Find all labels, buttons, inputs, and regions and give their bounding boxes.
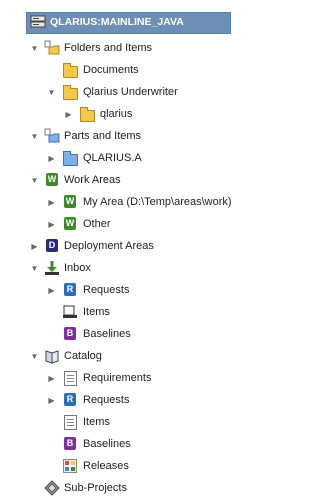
tree-label: Items xyxy=(83,306,110,318)
tree-item-my-area[interactable]: ▶ W My Area (D:\Temp\areas\work) xyxy=(0,191,247,213)
request-icon: R xyxy=(62,282,78,298)
baseline-icon: B xyxy=(62,436,78,452)
expand-icon[interactable]: ▶ xyxy=(47,198,56,207)
work-area-icon: W xyxy=(64,195,76,208)
tree-label: Catalog xyxy=(64,350,102,362)
tree-item-catalog[interactable]: ▼ Catalog xyxy=(0,345,247,367)
tree-label: Requests xyxy=(83,284,130,296)
tree-label: Requirements xyxy=(83,372,152,384)
tree-item-catalog-items[interactable]: Items xyxy=(0,411,247,433)
folder-icon xyxy=(62,62,78,78)
folder-icon xyxy=(79,106,95,122)
tree-item-qlarius[interactable]: ▶ qlarius xyxy=(0,103,247,125)
work-area-icon: W xyxy=(46,173,58,186)
tree-item-releases[interactable]: Releases xyxy=(0,455,247,477)
request-icon: R xyxy=(62,392,78,408)
folder-icon xyxy=(62,84,78,100)
collapse-icon[interactable]: ▼ xyxy=(30,176,39,185)
expand-icon[interactable]: ▶ xyxy=(47,220,56,229)
tree-label: Work Areas xyxy=(64,174,121,186)
sub-projects-icon xyxy=(44,480,60,496)
tree-label: Parts and Items xyxy=(64,130,142,142)
tree-item-documents[interactable]: Documents xyxy=(0,59,247,81)
tree-item-qlarius-underwriter[interactable]: ▼ Qlarius Underwriter xyxy=(0,81,247,103)
tree-item-catalog-requests[interactable]: ▶ R Requests xyxy=(0,389,247,411)
work-area-icon: W xyxy=(64,217,76,230)
tree-item-parts-and-items[interactable]: ▼ Parts and Items xyxy=(0,125,247,147)
collapse-icon[interactable]: ▼ xyxy=(30,264,39,273)
collapse-icon[interactable]: ▼ xyxy=(47,88,56,97)
item-icon xyxy=(62,304,78,320)
inbox-icon xyxy=(44,260,60,276)
tree-item-requirements[interactable]: ▶ Requirements xyxy=(0,367,247,389)
tree-item-work-areas[interactable]: ▼ W Work Areas xyxy=(0,169,247,191)
collapse-icon[interactable]: ▼ xyxy=(30,44,39,53)
deployment-icon: D xyxy=(44,238,60,254)
expand-icon[interactable]: ▶ xyxy=(47,396,56,405)
parts-icon xyxy=(44,128,60,144)
item-icon xyxy=(62,414,78,430)
tree-item-inbox-items[interactable]: Items xyxy=(0,301,247,323)
tree-item-inbox-requests[interactable]: ▶ R Requests xyxy=(0,279,247,301)
catalog-icon xyxy=(44,348,60,364)
root-label: QLARIUS:MAINLINE_JAVA xyxy=(50,16,184,28)
releases-icon xyxy=(62,458,78,474)
tree-label: Documents xyxy=(83,64,139,76)
tree-label: Requests xyxy=(83,394,130,406)
tree-item-inbox-baselines[interactable]: B Baselines xyxy=(0,323,247,345)
collapse-icon[interactable]: ▼ xyxy=(30,352,39,361)
tree-label: My Area (D:\Temp\areas\work) xyxy=(83,196,232,208)
expand-icon[interactable]: ▶ xyxy=(64,110,73,119)
tree-label: Baselines xyxy=(83,438,131,450)
expand-icon[interactable]: ▶ xyxy=(47,374,56,383)
part-folder-icon xyxy=(62,150,78,166)
tree-item-qlarius-a[interactable]: ▶ QLARIUS.A xyxy=(0,147,247,169)
tree-label: Baselines xyxy=(83,328,131,340)
tree-item-other[interactable]: ▶ W Other xyxy=(0,213,247,235)
collapse-icon[interactable]: ▼ xyxy=(30,132,39,141)
expand-icon[interactable]: ▶ xyxy=(30,242,39,251)
tree-root-row[interactable]: QLARIUS:MAINLINE_JAVA xyxy=(0,11,247,34)
navigation-tree: QLARIUS:MAINLINE_JAVA ▼ Folders and Item… xyxy=(0,0,247,504)
tree-label: Inbox xyxy=(64,262,91,274)
requirements-icon xyxy=(62,370,78,386)
server-icon xyxy=(30,14,46,30)
tree-label: Releases xyxy=(83,460,129,472)
tree-label: Items xyxy=(83,416,110,428)
baseline-icon: B xyxy=(62,326,78,342)
tree-label: qlarius xyxy=(100,108,133,120)
tree-label: Qlarius Underwriter xyxy=(83,86,178,98)
tree-label: QLARIUS.A xyxy=(83,152,142,164)
tree-item-folders-and-items[interactable]: ▼ Folders and Items xyxy=(0,37,247,59)
expand-icon[interactable]: ▶ xyxy=(47,286,56,295)
tree-label: Deployment Areas xyxy=(64,240,154,252)
tree-label: Sub-Projects xyxy=(64,482,127,494)
expand-icon[interactable]: ▶ xyxy=(47,154,56,163)
tree-label: Other xyxy=(83,218,111,230)
tree-item-sub-projects[interactable]: Sub-Projects xyxy=(0,477,247,499)
folders-icon xyxy=(44,40,60,56)
tree-label: Folders and Items xyxy=(64,42,153,54)
tree-item-deployment-areas[interactable]: ▶ D Deployment Areas xyxy=(0,235,247,257)
tree-item-inbox[interactable]: ▼ Inbox xyxy=(0,257,247,279)
tree-item-catalog-baselines[interactable]: B Baselines xyxy=(0,433,247,455)
